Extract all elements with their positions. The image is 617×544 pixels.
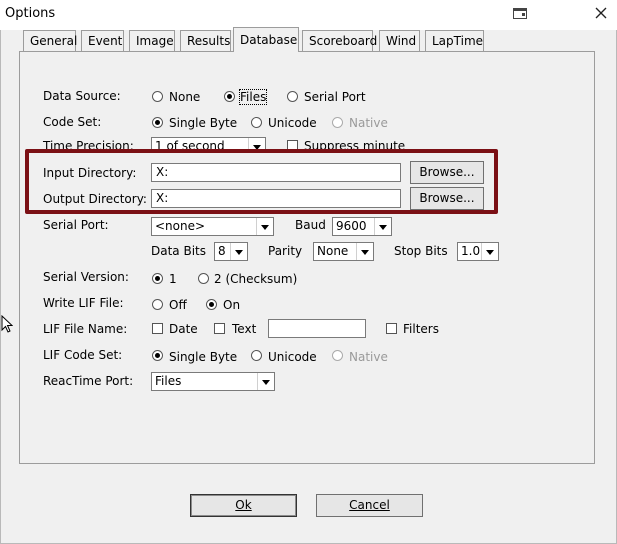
baud-select[interactable]: 9600	[332, 217, 392, 236]
cancel-button-label: Cancel	[349, 498, 390, 512]
tab-image[interactable]: Image	[129, 30, 175, 51]
serial-version-2-label[interactable]: 2 (Checksum)	[214, 272, 297, 286]
lif-code-unicode-label[interactable]: Unicode	[268, 350, 317, 364]
output-browse-button[interactable]: Browse...	[410, 187, 484, 210]
write-lif-label: Write LIF File:	[43, 296, 124, 310]
suppress-minute-checkbox[interactable]	[287, 140, 298, 151]
ok-button-label: Ok	[235, 498, 252, 512]
serial-port-label: Serial Port:	[43, 218, 109, 232]
tab-scoreboard[interactable]: Scoreboard	[302, 30, 377, 51]
data-source-serial-radio[interactable]	[287, 91, 298, 102]
chevron-down-icon	[481, 243, 498, 260]
parity-select[interactable]: None	[313, 242, 374, 261]
database-panel	[19, 51, 595, 464]
data-source-label: Data Source:	[43, 89, 121, 103]
reactime-port-select[interactable]: Files	[151, 372, 275, 391]
serial-version-label: Serial Version:	[43, 270, 129, 284]
cancel-button[interactable]: Cancel	[316, 494, 423, 517]
write-lif-on-radio[interactable]	[206, 299, 217, 310]
data-bits-select[interactable]: 8	[214, 242, 248, 261]
serial-port-select[interactable]: <none>	[151, 217, 274, 236]
chevron-down-icon	[230, 243, 247, 260]
code-set-single-radio[interactable]	[152, 117, 163, 128]
chevron-down-icon	[257, 373, 274, 390]
data-bits-value: 8	[218, 244, 226, 258]
chevron-down-icon	[374, 218, 391, 235]
data-source-none-radio[interactable]	[152, 91, 163, 102]
write-lif-on-label[interactable]: On	[223, 298, 240, 312]
code-set-unicode-radio[interactable]	[251, 117, 262, 128]
lif-date-checkbox[interactable]	[152, 323, 163, 334]
chevron-down-icon	[356, 243, 373, 260]
write-lif-off-label[interactable]: Off	[169, 298, 187, 312]
stop-bits-select[interactable]: 1.0	[457, 242, 499, 261]
code-set-unicode-label[interactable]: Unicode	[268, 116, 317, 130]
ok-button[interactable]: Ok	[190, 494, 297, 517]
baud-value: 9600	[336, 219, 367, 233]
data-source-serial-label[interactable]: Serial Port	[304, 90, 366, 104]
lif-date-label[interactable]: Date	[169, 322, 198, 336]
serial-version-1-radio[interactable]	[152, 273, 163, 284]
lif-code-single-label[interactable]: Single Byte	[169, 350, 237, 364]
data-source-files-label[interactable]: Files	[238, 89, 268, 105]
window-title: Options	[5, 6, 56, 21]
data-source-files-radio[interactable]	[224, 91, 235, 102]
time-precision-value: 1 of second	[155, 139, 225, 153]
input-directory-label: Input Directory:	[43, 166, 137, 180]
baud-label: Baud	[295, 218, 326, 232]
output-directory-field[interactable]: X:	[151, 189, 401, 208]
lif-text-field[interactable]	[268, 319, 366, 338]
code-set-single-label[interactable]: Single Byte	[169, 116, 237, 130]
lif-code-unicode-radio[interactable]	[251, 350, 262, 361]
chevron-down-icon	[256, 218, 273, 235]
serial-version-1-label[interactable]: 1	[169, 272, 177, 286]
lif-code-set-label: LIF Code Set:	[43, 348, 123, 362]
stop-bits-label: Stop Bits	[394, 244, 448, 258]
tab-laptime[interactable]: LapTime	[425, 30, 484, 51]
input-directory-field[interactable]: X:	[151, 163, 401, 182]
data-bits-label: Data Bits	[151, 244, 206, 258]
time-precision-label: Time Precision:	[43, 139, 134, 153]
code-set-label: Code Set:	[43, 115, 102, 129]
output-directory-label: Output Directory:	[43, 192, 147, 206]
tab-general[interactable]: General	[23, 30, 77, 51]
reactime-port-value: Files	[155, 374, 182, 388]
title-bar[interactable]: Options	[0, 0, 617, 30]
suppress-minute-label[interactable]: Suppress minute	[304, 139, 405, 153]
restore-icon[interactable]	[513, 8, 527, 19]
serial-port-value: <none>	[155, 219, 206, 233]
code-set-native-radio[interactable]	[332, 117, 343, 128]
lif-code-native-radio[interactable]	[332, 350, 343, 361]
close-icon[interactable]	[594, 6, 608, 20]
data-source-none-label[interactable]: None	[169, 90, 200, 104]
lif-filters-checkbox[interactable]	[386, 323, 397, 334]
serial-version-2-radio[interactable]	[198, 273, 209, 284]
tab-database[interactable]: Database	[233, 27, 299, 52]
input-browse-button[interactable]: Browse...	[410, 161, 484, 184]
lif-code-native-label[interactable]: Native	[349, 350, 388, 364]
parity-label: Parity	[268, 244, 303, 258]
tab-event[interactable]: Event	[81, 30, 124, 51]
reactime-port-label: ReacTime Port:	[43, 374, 134, 388]
lif-file-name-label: LIF File Name:	[43, 322, 128, 336]
code-set-native-label[interactable]: Native	[349, 116, 388, 130]
lif-code-single-radio[interactable]	[152, 350, 163, 361]
lif-filters-label[interactable]: Filters	[403, 322, 439, 336]
write-lif-off-radio[interactable]	[152, 299, 163, 310]
parity-value: None	[317, 244, 349, 258]
tab-results[interactable]: Results	[180, 30, 231, 51]
lif-text-checkbox[interactable]	[214, 323, 225, 334]
mouse-cursor-icon	[1, 315, 13, 333]
tab-wind[interactable]: Wind	[379, 30, 420, 51]
stop-bits-value: 1.0	[461, 244, 481, 258]
lif-text-label[interactable]: Text	[232, 322, 256, 336]
